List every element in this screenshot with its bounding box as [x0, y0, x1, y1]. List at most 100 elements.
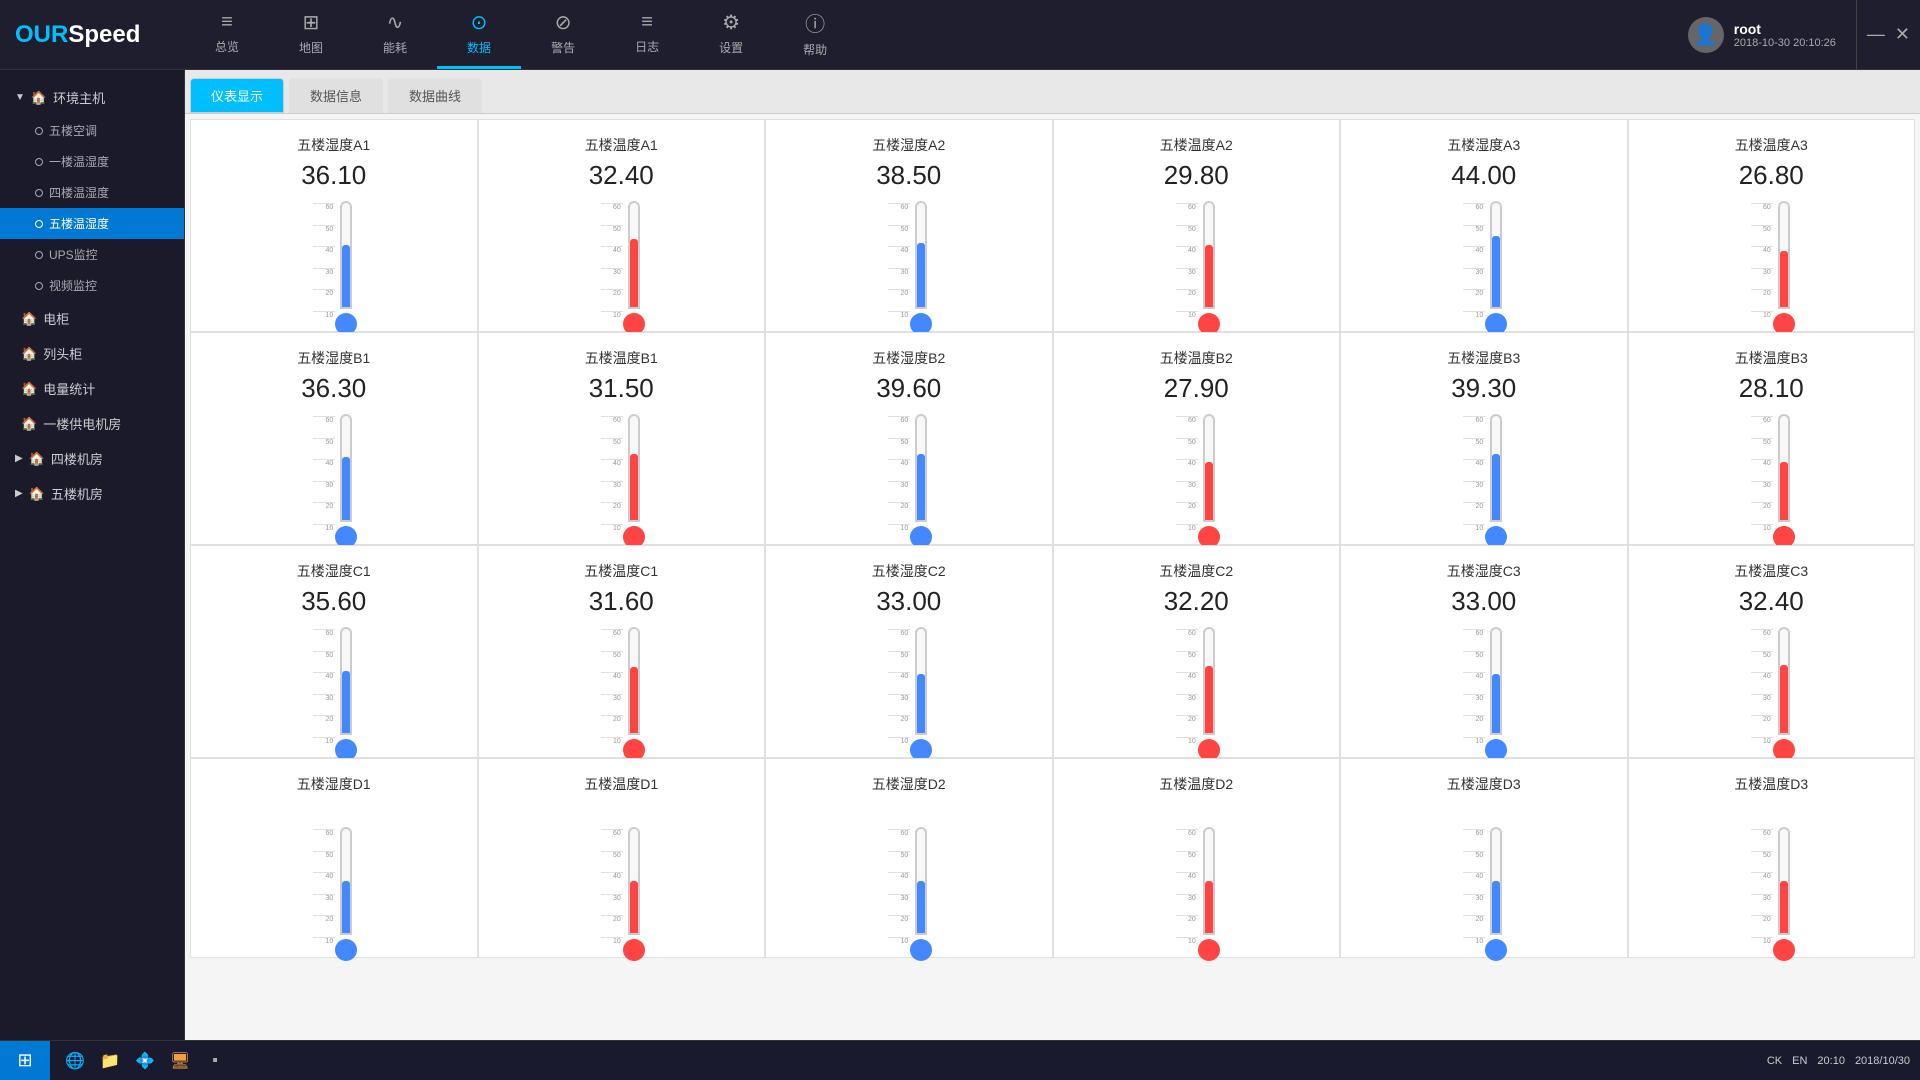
sidebar-item-ac5f[interactable]: 五楼空调 [0, 115, 184, 146]
thermometer-blue: 605040302010 [888, 827, 929, 947]
thermometer-blue: 605040302010 [888, 414, 929, 534]
sensor-value-C1-tmp: 31.60 [589, 586, 654, 617]
thermometer-red: 605040302010 [1176, 414, 1217, 534]
sidebar-item-temp5f[interactable]: 五楼温湿度 [0, 208, 184, 239]
taskbar-icon-terminal[interactable]: ▪ [200, 1046, 230, 1076]
sidebar-section-room5f[interactable]: ▶🏠五楼机房 [0, 476, 184, 511]
sensor-label-B1-tmp: 五楼温度B1 [585, 348, 658, 368]
thermometer-blue: 605040302010 [313, 201, 354, 321]
sidebar-item-ups[interactable]: UPS监控 [0, 239, 184, 270]
nav-item-settings[interactable]: ⚙设置 [689, 0, 773, 69]
thermometer-red: 605040302010 [601, 414, 642, 534]
thermometer-container-A1-tmp: 605040302010 [601, 201, 642, 321]
thermometer-container-D1-hum: 605040302010 [313, 809, 354, 947]
thermometer-blue: 605040302010 [888, 201, 929, 321]
tab-display[interactable]: 仪表显示 [190, 78, 284, 113]
nav-label-help: 帮助 [803, 41, 827, 58]
thermometer-container-C1-hum: 605040302010 [313, 627, 354, 747]
taskbar-icon-app2[interactable]: 🖥 [165, 1046, 195, 1076]
sensor-card-D2-tmp: 五楼温度D2 605040302010 [1053, 758, 1341, 958]
sidebar-item-video[interactable]: 视频监控 [0, 270, 184, 301]
nav-icon-map: ⊞ [303, 10, 320, 35]
sensor-value-A2-hum: 38.50 [876, 160, 941, 191]
nav-item-log[interactable]: ≡日志 [605, 0, 689, 69]
thermometer-container-D3-hum: 605040302010 [1463, 809, 1504, 947]
nav-item-help[interactable]: ⓘ 帮助 [773, 0, 857, 69]
sensor-card-B1-tmp: 五楼温度B1 31.50 605040302010 [478, 332, 766, 545]
nav-item-map[interactable]: ⊞地图 [269, 0, 353, 69]
sensor-label-C3-hum: 五楼湿度C3 [1447, 561, 1521, 581]
sensor-label-C1-tmp: 五楼温度C1 [584, 561, 658, 581]
sensor-card-D3-hum: 五楼湿度D3 605040302010 [1340, 758, 1628, 958]
thermometer-blue: 605040302010 [888, 627, 929, 747]
tab-info[interactable]: 数据信息 [289, 78, 383, 113]
thermometer-container-B3-hum: 605040302010 [1463, 414, 1504, 534]
sensor-card-A3-hum: 五楼湿度A3 44.00 605040302010 [1340, 119, 1628, 332]
nav-item-alert[interactable]: ⊘警告 [521, 0, 605, 69]
nav-label-overview: 总览 [215, 38, 239, 55]
thermometer-container-B3-tmp: 605040302010 [1751, 414, 1792, 534]
start-button[interactable]: ⊞ [0, 1041, 50, 1080]
taskbar: ⊞ 🌐 📁 💠 🖥 ▪ CK EN 20:10 2018/10/30 [0, 1040, 1920, 1080]
taskbar-status-en: EN [1792, 1055, 1807, 1067]
thermometer-blue: 605040302010 [313, 827, 354, 947]
avatar: 👤 [1688, 17, 1724, 53]
main-area: ▼🏠环境主机五楼空调一楼温湿度四楼温湿度五楼温湿度UPS监控视频监控🏠电柜🏠列头… [0, 70, 1920, 1040]
thermometer-red: 605040302010 [1176, 627, 1217, 747]
minimize-button[interactable]: — [1867, 24, 1885, 45]
tab-curve[interactable]: 数据曲线 [388, 78, 482, 113]
sidebar-section-power1f[interactable]: 🏠一楼供电机房 [0, 406, 184, 441]
thermometer-container-C3-tmp: 605040302010 [1751, 627, 1792, 747]
sidebar-item-temp1f[interactable]: 一楼温湿度 [0, 146, 184, 177]
sensor-card-A1-hum: 五楼湿度A1 36.10 605040302010 [190, 119, 478, 332]
nav-icon-help: ⓘ [805, 8, 825, 37]
nav-label-settings: 设置 [719, 39, 743, 56]
sensor-value-C3-hum: 33.00 [1451, 586, 1516, 617]
sidebar-section-env-host[interactable]: ▼🏠环境主机 [0, 80, 184, 115]
thermometer-container-D3-tmp: 605040302010 [1751, 809, 1792, 947]
user-info: root 2018-10-30 20:10:26 [1734, 21, 1836, 49]
nav-item-data[interactable]: ⊙数据 [437, 0, 521, 69]
sensor-label-D2-hum: 五楼湿度D2 [872, 774, 946, 794]
taskbar-icon-folder[interactable]: 📁 [95, 1046, 125, 1076]
taskbar-status-ck: CK [1767, 1055, 1782, 1067]
sensor-label-D3-tmp: 五楼温度D3 [1734, 774, 1808, 794]
sidebar-section-room4f[interactable]: ▶🏠四楼机房 [0, 441, 184, 476]
sensor-grid-container[interactable]: 五楼湿度A1 36.10 605040302010 五楼温度A1 32 [185, 114, 1920, 1040]
thermometer-container-C3-hum: 605040302010 [1463, 627, 1504, 747]
sidebar-section-power-stat[interactable]: 🏠电量统计 [0, 371, 184, 406]
taskbar-icon-ie[interactable]: 🌐 [60, 1046, 90, 1076]
sensor-label-D1-tmp: 五楼温度D1 [584, 774, 658, 794]
sensor-card-A2-hum: 五楼湿度A2 38.50 605040302010 [765, 119, 1053, 332]
nav-icon-log: ≡ [641, 11, 653, 34]
sensor-card-B3-tmp: 五楼温度B3 28.10 605040302010 [1628, 332, 1916, 545]
sensor-card-C1-tmp: 五楼温度C1 31.60 605040302010 [478, 545, 766, 758]
nav-item-overview[interactable]: ≡总览 [185, 0, 269, 69]
taskbar-icon-app1[interactable]: 💠 [130, 1046, 160, 1076]
sensor-label-A1-tmp: 五楼温度A1 [585, 135, 658, 155]
thermometer-red: 605040302010 [1751, 201, 1792, 321]
thermometer-container-B2-hum: 605040302010 [888, 414, 929, 534]
sidebar-item-temp4f[interactable]: 四楼温湿度 [0, 177, 184, 208]
thermometer-blue: 605040302010 [1463, 414, 1504, 534]
user-datetime: 2018-10-30 20:10:26 [1734, 37, 1836, 49]
sensor-card-B1-hum: 五楼湿度B1 36.30 605040302010 [190, 332, 478, 545]
sensor-value-B2-tmp: 27.90 [1164, 373, 1229, 404]
sensor-value-B1-hum: 36.30 [301, 373, 366, 404]
sensor-card-C3-tmp: 五楼温度C3 32.40 605040302010 [1628, 545, 1916, 758]
sensor-label-B1-hum: 五楼湿度B1 [297, 348, 370, 368]
close-button[interactable]: ✕ [1895, 24, 1910, 45]
nav-item-energy[interactable]: ∿能耗 [353, 0, 437, 69]
sensor-value-A2-tmp: 29.80 [1164, 160, 1229, 191]
tabs-bar: 仪表显示数据信息数据曲线 [185, 70, 1920, 114]
window-controls[interactable]: — ✕ [1856, 0, 1920, 69]
sensor-card-D3-tmp: 五楼温度D3 605040302010 [1628, 758, 1916, 958]
sidebar-section-rack[interactable]: 🏠列头柜 [0, 336, 184, 371]
sensor-card-C3-hum: 五楼湿度C3 33.00 605040302010 [1340, 545, 1628, 758]
sensor-label-D3-hum: 五楼湿度D3 [1447, 774, 1521, 794]
thermometer-red: 605040302010 [1751, 627, 1792, 747]
sensor-card-D2-hum: 五楼湿度D2 605040302010 [765, 758, 1053, 958]
sensor-value-B3-tmp: 28.10 [1739, 373, 1804, 404]
sensor-label-C1-hum: 五楼湿度C1 [297, 561, 371, 581]
sidebar-section-cabinet[interactable]: 🏠电柜 [0, 301, 184, 336]
